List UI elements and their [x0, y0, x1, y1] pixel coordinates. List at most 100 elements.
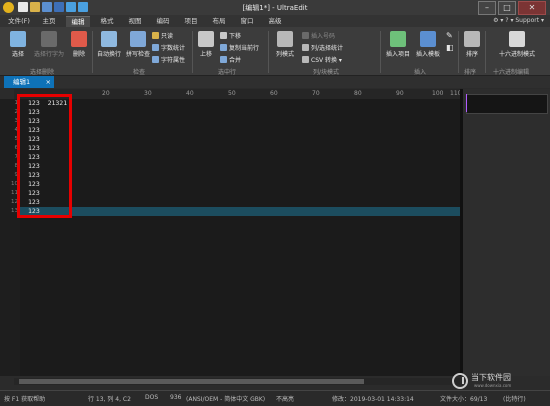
doc-tab-edit1[interactable]: 编辑1 ×	[4, 76, 54, 88]
watermark-logo-icon	[452, 373, 468, 389]
move-up-icon	[198, 31, 214, 47]
color-picker-icon[interactable]: ◧	[446, 43, 454, 52]
line-number: 5	[14, 136, 19, 142]
line-number: 12	[11, 199, 18, 205]
status-position[interactable]: 行 13, 列 4, C2	[88, 394, 131, 403]
pencil-icon[interactable]: ✎	[446, 31, 453, 40]
select-button[interactable]: 选择	[6, 31, 30, 58]
select-as-label: 选择行字为	[33, 51, 64, 58]
ruler-number: 110	[450, 90, 460, 97]
move-up-button[interactable]: 上移	[196, 31, 216, 58]
tab-project[interactable]: 项目	[180, 16, 202, 27]
line-number: 8	[14, 163, 19, 169]
line-number: 13	[11, 208, 18, 214]
read-only-button[interactable]: 只读	[152, 31, 173, 40]
text-editor[interactable]: 123 21321 123 123 123 123 123 123 123 12…	[20, 99, 460, 376]
group-label-select-delete: 选择删除	[30, 69, 55, 76]
group-label-selected-lines: 选中行	[218, 69, 237, 76]
line-number: 10	[11, 181, 18, 187]
status-highlight[interactable]: 不高亮	[276, 394, 294, 403]
spell-check-button[interactable]: 拼写检查	[124, 31, 152, 58]
move-down-button[interactable]: 下移	[220, 31, 241, 40]
auto-wrap-button[interactable]: 自动换行	[95, 31, 123, 58]
sort-button[interactable]: 排序	[462, 31, 482, 58]
hex-icon	[509, 31, 525, 47]
status-encoding[interactable]: (ANSI/OEM - 简体中文 GBK)	[186, 394, 265, 403]
line-number: 4	[14, 127, 19, 133]
group-label-check: 检查	[133, 69, 146, 76]
insert-number-button[interactable]: 插入号码	[302, 31, 335, 40]
column-stats-button[interactable]: 列/选择统计	[302, 43, 343, 52]
watermark: 当下软件园 www.downxia.com	[452, 372, 546, 392]
select-icon	[10, 31, 26, 47]
insert-template-button[interactable]: 插入模板	[414, 31, 442, 58]
maximize-button[interactable]: □	[498, 1, 516, 15]
minimap-viewport[interactable]	[466, 94, 548, 114]
support-label[interactable]: Support	[515, 17, 539, 24]
menu-bar: 文件(F) 主页 编辑 格式 视图 编码 项目 布局 窗口 高级 ⚙ ▾ ? ▾…	[0, 15, 550, 28]
status-line-ending[interactable]: DOS	[145, 394, 158, 401]
group-label-column-block: 列/块模式	[313, 69, 340, 76]
csv-convert-label: CSV 转换	[311, 57, 338, 64]
group-separator	[458, 31, 459, 73]
insert-number-icon	[302, 32, 309, 39]
move-down-label: 下移	[229, 33, 242, 40]
window-controls: – □ ✕	[478, 1, 546, 15]
tab-home[interactable]: 主页	[38, 16, 60, 27]
tab-layout[interactable]: 布局	[208, 16, 230, 27]
minimize-button[interactable]: –	[478, 1, 496, 15]
insert-item-button[interactable]: 插入项目	[384, 31, 412, 58]
tab-format[interactable]: 格式	[96, 16, 118, 27]
tab-file[interactable]: 文件(F)	[6, 16, 32, 27]
close-window-button[interactable]: ✕	[518, 1, 546, 15]
status-help: 按 F1 获取帮助	[4, 396, 46, 403]
close-tab-icon[interactable]: ×	[46, 76, 51, 88]
select-label: 选择	[11, 51, 24, 58]
group-label-sort: 排序	[464, 69, 477, 76]
status-codepage[interactable]: 936	[170, 394, 181, 401]
read-only-label: 只读	[161, 33, 174, 40]
settings-icon[interactable]: ⚙ ▾ ? ▾	[493, 17, 515, 24]
insert-item-icon	[390, 31, 406, 47]
copy-line-label: 复制当前行	[229, 45, 260, 52]
csv-convert-button[interactable]: CSV 转换 ▾	[302, 55, 342, 64]
delete-button[interactable]: 删除	[68, 31, 90, 58]
spell-check-label: 拼写检查	[125, 51, 150, 58]
hex-mode-button[interactable]: 十六进制模式	[489, 31, 545, 58]
line-number: 6	[14, 145, 19, 151]
select-as-button[interactable]: 选择行字为	[32, 31, 66, 58]
column-mode-label: 列模式	[275, 51, 294, 58]
status-compare[interactable]: (比特行)	[503, 394, 526, 403]
tab-window[interactable]: 窗口	[236, 16, 258, 27]
horizontal-scroll-thumb[interactable]	[19, 379, 364, 384]
line-number: 3	[14, 118, 19, 124]
tab-view[interactable]: 视图	[124, 16, 146, 27]
tab-encoding[interactable]: 编码	[152, 16, 174, 27]
minimap-panel[interactable]	[463, 89, 550, 376]
column-stats-icon	[302, 44, 309, 51]
ruler-number: 100	[432, 90, 444, 97]
line-number: 2	[14, 109, 19, 115]
select-as-icon	[41, 31, 57, 47]
tab-advanced[interactable]: 高级	[264, 16, 286, 27]
merge-button[interactable]: 合并	[220, 55, 241, 64]
horizontal-scrollbar[interactable]	[14, 378, 460, 385]
status-modified: 修改：2019-03-01 14:33:14	[332, 396, 414, 403]
status-bar: 按 F1 获取帮助 行 13, 列 4, C2 DOS 936 (ANSI/OE…	[0, 390, 550, 406]
word-count-button[interactable]: 字数统计	[152, 43, 185, 52]
current-line-highlight	[20, 207, 460, 216]
copy-line-button[interactable]: 复制当前行	[220, 43, 259, 52]
column-stats-label: 列/选择统计	[311, 45, 344, 52]
insert-number-label: 插入号码	[311, 33, 336, 40]
group-separator	[268, 31, 269, 73]
title-bar: [编辑1*] - UltraEdit – □ ✕	[0, 0, 550, 15]
watermark-name: 当下软件园	[471, 373, 511, 382]
support-menu[interactable]: ⚙ ▾ ? ▾ Support ▾	[493, 17, 544, 24]
group-separator	[92, 31, 93, 73]
spell-check-icon	[130, 31, 146, 47]
group-separator	[380, 31, 381, 73]
ruler-number: 70	[312, 90, 320, 97]
column-mode-button[interactable]: 列模式	[272, 31, 298, 58]
char-props-icon	[152, 56, 159, 63]
char-props-button[interactable]: 字符属性	[152, 55, 185, 64]
